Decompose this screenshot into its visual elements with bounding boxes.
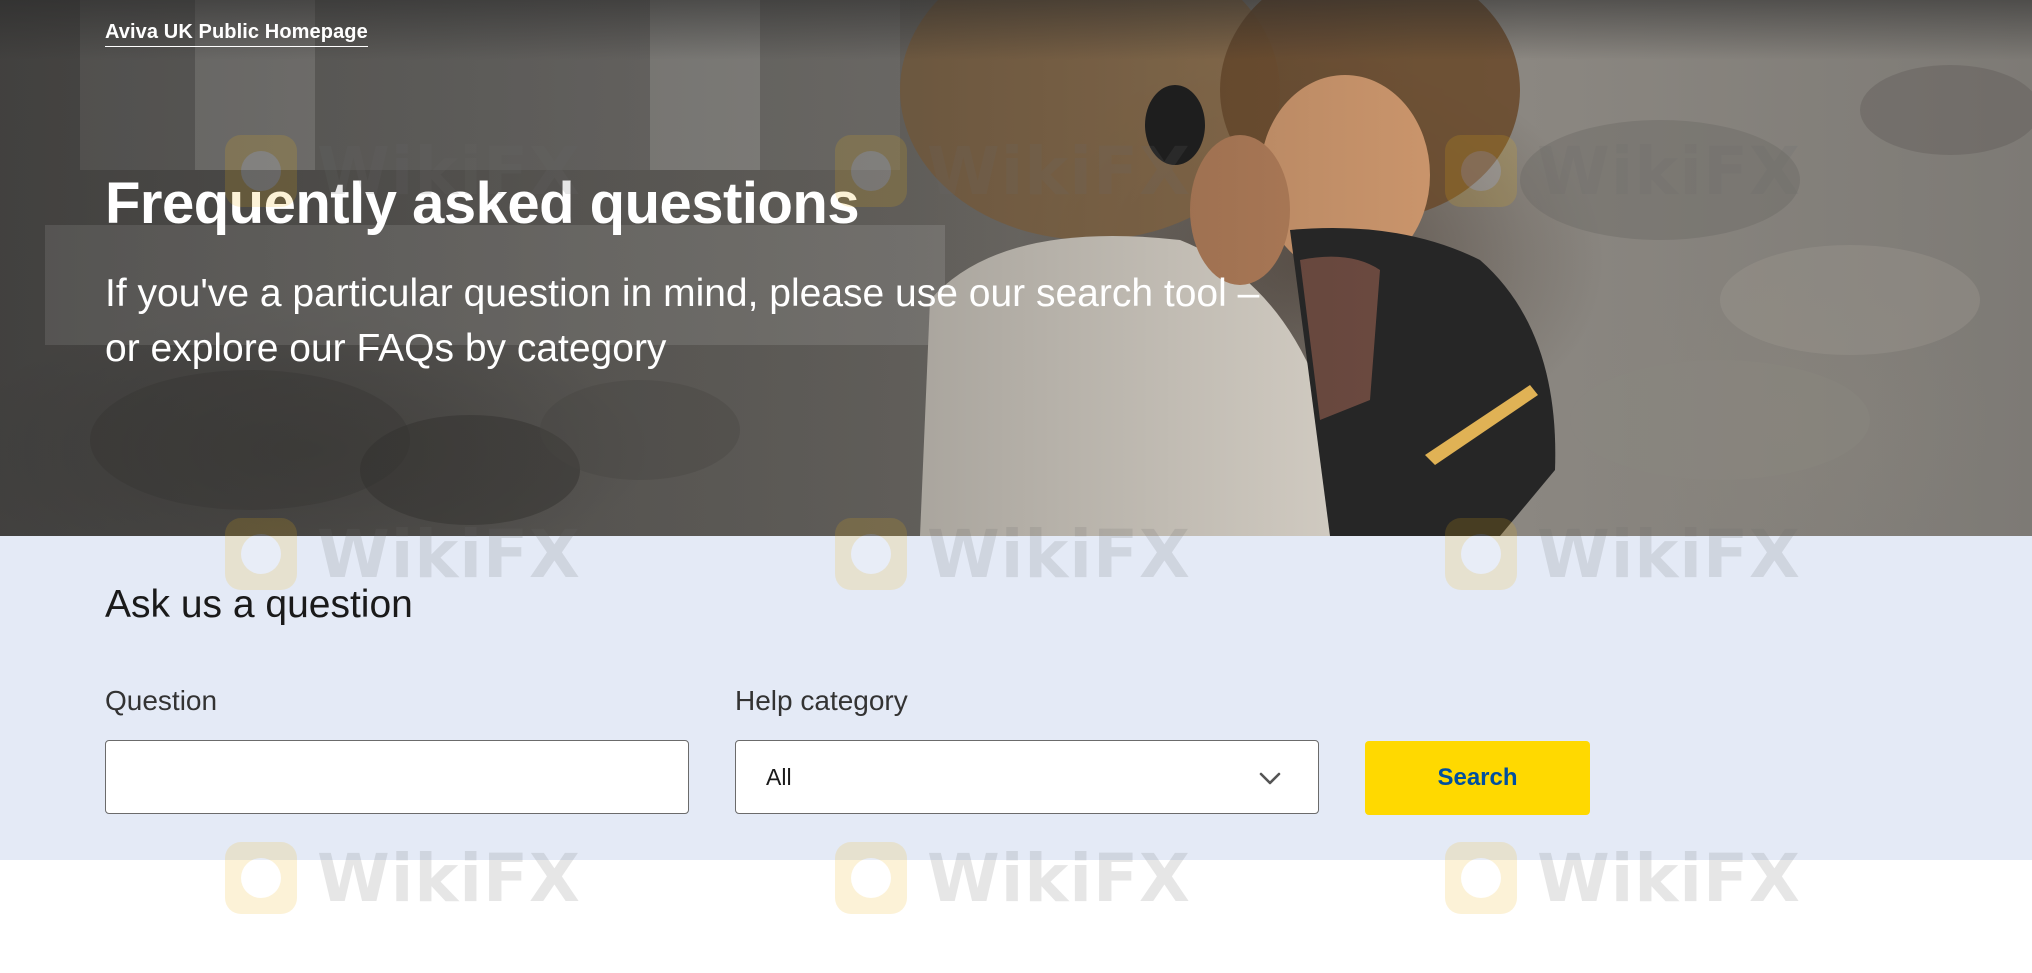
question-label: Question — [105, 685, 218, 716]
chevron-down-icon — [1259, 772, 1281, 785]
help-category-label: Help category — [735, 685, 908, 716]
question-input[interactable] — [105, 740, 689, 814]
search-button[interactable]: Search — [1365, 741, 1590, 815]
help-category-select[interactable]: All — [735, 740, 1319, 814]
page: Aviva UK Public Homepage Frequently aske… — [0, 0, 2032, 973]
brand-home-link[interactable]: Aviva UK Public Homepage — [105, 21, 368, 47]
page-subtitle: If you've a particular question in mind,… — [105, 272, 1260, 370]
ask-question-panel: Ask us a question Question Help category… — [0, 536, 2032, 860]
help-category-selected-value: All — [766, 764, 792, 790]
page-title: Frequently asked questions — [105, 171, 860, 236]
ask-question-heading: Ask us a question — [105, 583, 413, 626]
hero-banner: Aviva UK Public Homepage Frequently aske… — [0, 0, 2032, 536]
